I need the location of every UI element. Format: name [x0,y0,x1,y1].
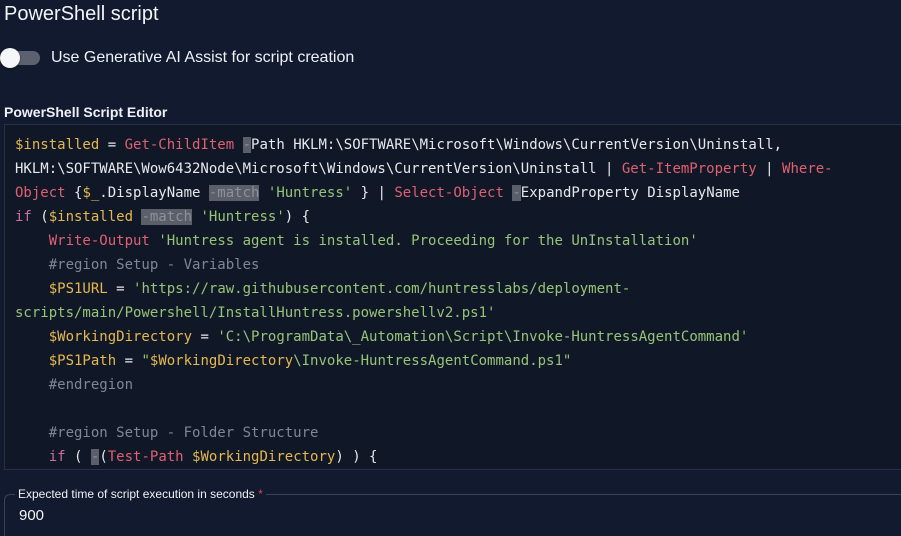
code-line: scripts/main/Powershell/InstallHuntress.… [15,301,833,325]
code-line: $PS1Path = "$WorkingDirectory\Invoke-Hun… [15,349,833,373]
code-token: $installed [15,137,100,153]
code-token: 'Huntress agent is installed. Proceeding… [158,233,698,249]
code-token: -match [141,209,193,225]
code-token: = [116,353,142,369]
code-token: - [512,185,521,201]
code-token: ExpandProperty DisplayName [520,185,740,201]
code-line: Object {$_.DisplayName -match 'Huntress'… [15,181,833,205]
code-line: #region Setup - Variables [15,253,833,277]
code-token: Where- [782,161,833,177]
code-content[interactable]: $installed = Get-ChildItem -Path HKLM:\S… [15,133,833,469]
code-token: - [242,137,252,153]
code-token: 'https://raw.githubusercontent.com/huntr… [133,281,631,297]
code-line: $installed = Get-ChildItem -Path HKLM:\S… [15,133,833,157]
code-token: if [15,209,32,225]
execution-time-input[interactable] [19,507,879,524]
code-token: .DisplayName [99,185,209,201]
code-line: Write-Output 'Huntress agent is installe… [15,229,833,253]
script-form: PowerShell script Use Generative AI Assi… [0,0,901,536]
code-token: $PS1Path [48,353,117,369]
code-token: \Invoke-HuntressAgentCommand.ps1" [293,353,572,369]
execution-time-field: Expected time of script execution in sec… [4,487,901,536]
code-token: { [65,185,83,201]
code-token: Object [15,185,66,201]
code-token: $WorkingDirectory [192,449,336,465]
code-token: $WorkingDirectory [149,353,294,369]
editor-label: PowerShell Script Editor [4,104,168,120]
code-line: #region Setup - Folder Structure [15,421,833,445]
code-line: $WorkingDirectory = 'C:\ProgramData\_Aut… [15,325,833,349]
code-line: if ($installed -match 'Huntress') { [15,205,833,229]
execution-time-label: Expected time of script execution in sec… [15,487,266,501]
code-token: -match [208,185,260,201]
code-token: if [48,449,66,465]
code-token: | [756,161,783,177]
code-token: = [107,281,134,297]
code-line: HKLM:\SOFTWARE\Wow6432Node\Microsoft\Win… [15,157,833,181]
code-line: #endregion [15,373,833,397]
code-token: Test-Path [107,449,184,465]
code-token: Select-Object [394,185,504,201]
code-token: #region Setup - Folder Structure [48,425,319,441]
code-token: Write-Output [48,233,150,249]
ai-assist-label: Use Generative AI Assist for script crea… [51,49,355,66]
code-token: ( [31,209,49,225]
code-token: " [141,353,150,369]
code-line: if ( -(Test-Path $WorkingDirectory) ) { [15,445,833,469]
code-token: = [99,137,125,153]
toggle-knob [0,48,20,68]
code-token: } | [352,185,395,201]
code-token: Get-ChildItem [124,137,235,153]
code-token: HKLM:\SOFTWARE\Wow6432Node\Microsoft\Win… [15,161,622,177]
code-token: $installed [48,209,134,225]
code-token: $PS1URL [48,281,108,297]
code-token: ( [65,449,91,465]
code-token: = [192,329,218,345]
script-editor[interactable]: $installed = Get-ChildItem -Path HKLM:\S… [4,124,901,470]
code-token: scripts/main/Powershell/InstallHuntress.… [15,305,496,321]
code-token: Path HKLM:\SOFTWARE\Microsoft\Windows\Cu… [251,137,783,153]
code-line: $PS1URL = 'https://raw.githubusercontent… [15,277,833,301]
code-token: 'Huntress' [267,185,353,201]
ai-assist-row: Use Generative AI Assist for script crea… [0,46,354,70]
required-marker: * [258,487,263,501]
code-token: 'C:\ProgramData\_Automation\Script\Invok… [217,329,749,345]
code-token: #endregion [48,377,134,393]
code-token: ( [99,449,108,465]
code-token: Get-ItemProperty [621,161,757,177]
code-token: ) { [284,209,311,225]
code-token: $WorkingDirectory [48,329,193,345]
code-token: #region Setup - Variables [48,257,260,273]
code-token: 'Huntress' [200,209,285,225]
page-title: PowerShell script [4,3,159,25]
ai-assist-toggle[interactable] [0,48,40,68]
code-token: $_ [82,185,100,201]
code-token: ) ) { [335,449,378,465]
